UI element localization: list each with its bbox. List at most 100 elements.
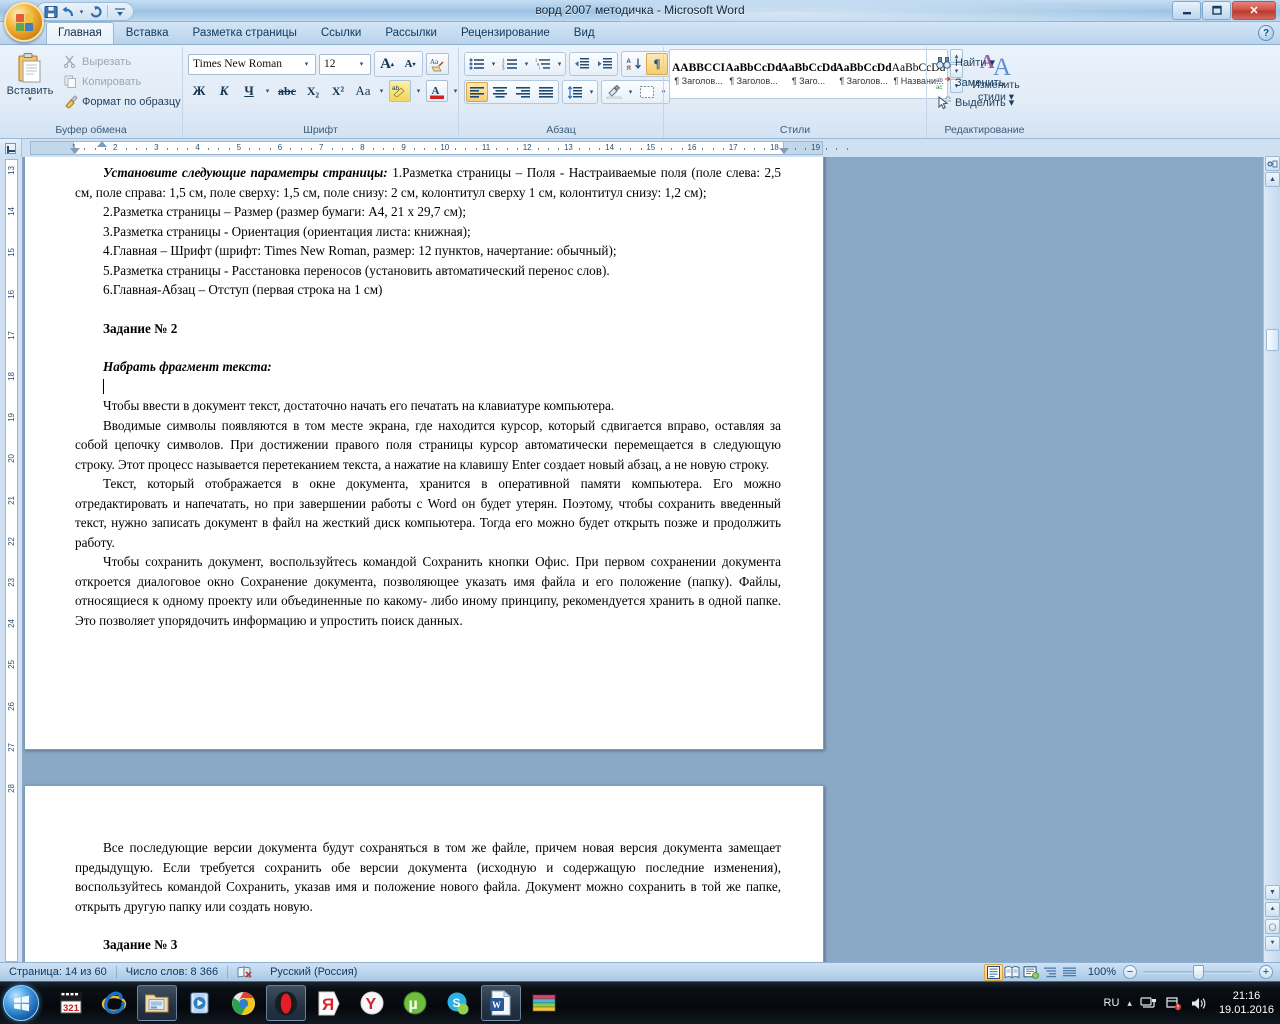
underline-button[interactable]: Ч (238, 80, 260, 102)
microsoft-word-icon[interactable]: W (481, 985, 521, 1021)
previous-page-button[interactable]: ⯅ (1265, 902, 1280, 917)
hanging-indent-marker[interactable] (70, 148, 80, 154)
font-size-combo[interactable]: 12 ▾ (319, 53, 371, 75)
scrollbar-thumb[interactable] (1266, 329, 1279, 351)
paste-button[interactable]: Вставить ▾ (5, 49, 55, 111)
utorrent-icon[interactable]: µ (395, 985, 435, 1021)
align-justify-icon[interactable] (535, 82, 557, 102)
tab-page-layout[interactable]: Разметка страницы (181, 22, 309, 44)
yandex-disk-icon[interactable]: Y (352, 985, 392, 1021)
align-right-icon[interactable] (512, 82, 534, 102)
tab-mailings[interactable]: Рассылки (373, 22, 449, 44)
highlight-dropdown-icon[interactable]: ▾ (414, 87, 423, 95)
format-painter-button[interactable]: Формат по образцу (59, 92, 185, 111)
minimize-button[interactable] (1172, 1, 1201, 20)
word-count-indicator[interactable]: Число слов: 8 366 (117, 964, 227, 981)
windows-explorer-icon[interactable] (137, 985, 177, 1021)
outline-icon[interactable] (1041, 964, 1060, 981)
copy-button[interactable]: Копировать (59, 72, 185, 91)
windows-start-orb-icon[interactable] (3, 985, 39, 1021)
zoom-level-label[interactable]: 100% (1079, 964, 1123, 981)
grow-font-button[interactable]: A ▴ (376, 53, 398, 75)
shrink-font-button[interactable]: A ▾ (399, 53, 421, 75)
chevron-down-icon[interactable]: ▾ (355, 60, 368, 68)
shading-icon[interactable] (603, 82, 625, 102)
paste-dropdown-icon[interactable]: ▾ (28, 96, 32, 103)
right-indent-marker[interactable] (779, 148, 789, 154)
internet-explorer-icon[interactable] (94, 985, 134, 1021)
tab-view[interactable]: Вид (562, 22, 607, 44)
subscript-button[interactable]: X₂ (302, 80, 324, 102)
draft-icon[interactable] (1060, 964, 1079, 981)
language-indicator-tray[interactable]: RU (1104, 997, 1120, 1009)
font-name-combo[interactable]: Times New Roman ▾ (188, 53, 316, 75)
numbering-icon[interactable]: 1 2 3 (499, 54, 521, 74)
strikethrough-button[interactable]: abc (275, 80, 299, 102)
tab-review[interactable]: Рецензирование (449, 22, 562, 44)
action-center-warning-icon[interactable] (1165, 996, 1182, 1011)
document-canvas[interactable]: Создайте новый текстовый документ и сохр… (22, 157, 1263, 962)
borders-icon[interactable] (636, 82, 658, 102)
increase-indent-icon[interactable] (594, 54, 616, 74)
find-button[interactable]: Найти ▾ (932, 53, 1018, 72)
web-layout-icon[interactable] (1022, 964, 1041, 981)
help-button[interactable]: ? (1258, 25, 1274, 41)
bullets-icon[interactable] (466, 54, 488, 74)
page-indicator[interactable]: Страница: 14 из 60 (0, 964, 116, 981)
maximize-button[interactable] (1202, 1, 1231, 20)
media-player-icon[interactable] (180, 985, 220, 1021)
taskbar-clock[interactable]: 21:16 19.01.2016 (1215, 989, 1274, 1017)
numbering-dropdown-icon[interactable]: ▾ (522, 60, 531, 68)
document-page-2[interactable]: Все последующие версии документа будут с… (24, 785, 824, 962)
zoom-out-button[interactable]: − (1123, 965, 1137, 979)
tab-references[interactable]: Ссылки (309, 22, 374, 44)
cut-button[interactable]: Вырезать (59, 52, 185, 71)
network-icon[interactable] (1140, 996, 1157, 1011)
sort-icon[interactable]: A Я (623, 54, 645, 74)
proofing-status[interactable] (228, 964, 261, 981)
skype-icon[interactable]: S (438, 985, 478, 1021)
zoom-slider-handle[interactable] (1193, 964, 1204, 980)
tab-stop-selector[interactable] (0, 139, 22, 157)
multilevel-dropdown-icon[interactable]: ▾ (555, 60, 564, 68)
opera-icon[interactable] (266, 985, 306, 1021)
clear-formatting-icon[interactable]: Aa (426, 53, 449, 75)
full-screen-reading-icon[interactable] (1003, 964, 1022, 981)
line-spacing-icon[interactable] (564, 82, 586, 102)
scroll-down-button[interactable]: ▼ (1265, 885, 1280, 900)
show-hidden-icons-button[interactable]: ▴ (1127, 998, 1132, 1009)
align-center-icon[interactable] (489, 82, 511, 102)
chevron-down-icon[interactable]: ▾ (300, 60, 313, 68)
multilevel-list-icon[interactable]: 1 a i (532, 54, 554, 74)
language-indicator[interactable]: Русский (Россия) (261, 964, 366, 981)
shading-dropdown-icon[interactable]: ▾ (626, 88, 635, 96)
document-page-1[interactable]: Создайте новый текстовый документ и сохр… (24, 157, 824, 750)
print-layout-icon[interactable] (983, 963, 1003, 981)
italic-button[interactable]: К (213, 80, 235, 102)
select-browse-object-button-2[interactable]: ◯ (1265, 919, 1280, 934)
style-item[interactable]: AABBCCI ¶ Заголов... (672, 52, 725, 96)
style-item[interactable]: AaBbCcDd ¶ Заголов... (835, 52, 892, 96)
change-case-button[interactable]: Aa (352, 80, 374, 102)
replace-button[interactable]: ab ac Заменить (932, 73, 1018, 92)
style-item[interactable]: AaBbCcDd ¶ Заголов... (725, 52, 782, 96)
font-color-button[interactable]: A (426, 80, 448, 102)
select-browse-object-button[interactable] (1265, 156, 1280, 171)
scroll-up-button[interactable]: ▲ (1265, 172, 1280, 187)
vertical-scrollbar[interactable]: ▲ ▼ ⯅ ◯ ⯆ (1263, 156, 1280, 962)
tab-home[interactable]: Главная (46, 22, 114, 44)
line-spacing-dropdown-icon[interactable]: ▾ (587, 88, 596, 96)
close-button[interactable]: ✕ (1232, 1, 1276, 20)
text-highlight-color-button[interactable]: ab (389, 80, 411, 102)
horizontal-ruler[interactable]: 1 2 3 4 5 6 7 8 9 10 11 12 13 14 15 16 17 18 19 (22, 139, 1263, 157)
select-button[interactable]: Выделить ▾ (932, 93, 1018, 112)
first-line-indent-marker[interactable] (97, 141, 107, 147)
superscript-button[interactable]: X² (327, 80, 349, 102)
google-chrome-icon[interactable] (223, 985, 263, 1021)
zoom-in-button[interactable]: + (1259, 965, 1273, 979)
bullets-dropdown-icon[interactable]: ▾ (489, 60, 498, 68)
office-button[interactable] (4, 2, 44, 42)
next-page-button[interactable]: ⯆ (1265, 936, 1280, 951)
media-player-classic-icon[interactable]: 321 (51, 985, 91, 1021)
vertical-ruler[interactable]: 13 14 15 16 17 18 19 20 21 22 23 24 25 26 27 28 (5, 159, 18, 962)
